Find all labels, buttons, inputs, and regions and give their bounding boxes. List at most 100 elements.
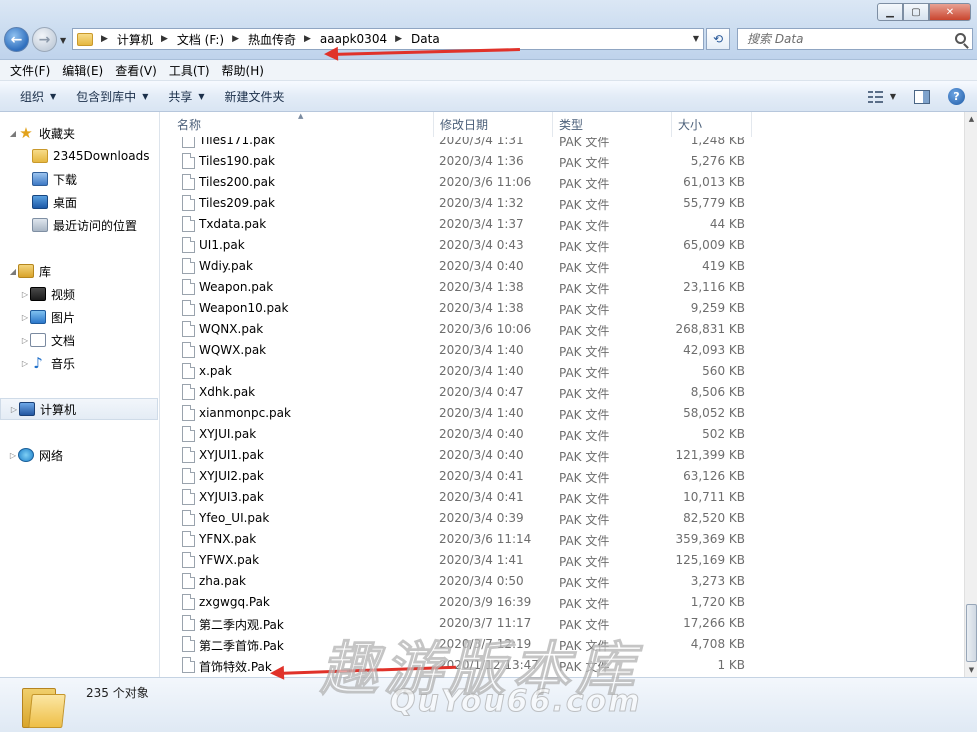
new-folder-button[interactable]: 新建文件夹: [215, 88, 295, 105]
column-size[interactable]: 大小: [672, 112, 752, 137]
chevron-right-icon[interactable]: ▶: [395, 34, 402, 44]
minimize-button[interactable]: ▁: [877, 3, 903, 21]
file-type: PAK 文件: [559, 324, 610, 338]
nav-videos[interactable]: ▷ 视频: [20, 283, 178, 305]
collapse-arrow-icon[interactable]: ▷: [8, 451, 18, 460]
file-size: 419 KB: [702, 259, 745, 273]
file-date: 2020/3/4 1:38: [439, 280, 524, 294]
file-icon: [182, 237, 195, 253]
file-date: 2020/3/4 1:40: [439, 406, 524, 420]
file-row[interactable]: Weapon10.pak 2020/3/4 1:38 PAK 文件 9,259 KB: [161, 298, 964, 319]
file-icon: [182, 657, 195, 673]
file-row[interactable]: 第二季内观.Pak 2020/3/7 11:17 PAK 文件 17,266 KB: [161, 613, 964, 634]
file-row[interactable]: Wdiy.pak 2020/3/4 0:40 PAK 文件 419 KB: [161, 256, 964, 277]
file-row[interactable]: YFNX.pak 2020/3/6 11:14 PAK 文件 359,369 KB: [161, 529, 964, 550]
share-button[interactable]: 共享 ▼: [158, 88, 214, 105]
nav-music[interactable]: ▷ ♪ 音乐: [20, 352, 178, 374]
file-row[interactable]: Tiles209.pak 2020/3/4 1:32 PAK 文件 55,779 KB: [161, 193, 964, 214]
chevron-right-icon[interactable]: ▶: [101, 34, 108, 44]
scroll-down-icon[interactable]: ▼: [965, 663, 977, 677]
recent-pages-dropdown[interactable]: ▼: [60, 36, 66, 45]
column-type[interactable]: 类型: [553, 112, 672, 137]
nav-libraries[interactable]: ◢ 库: [8, 260, 166, 282]
menu-view[interactable]: 查看(V): [109, 62, 163, 79]
file-row[interactable]: XYJUI2.pak 2020/3/4 0:41 PAK 文件 63,126 KB: [161, 466, 964, 487]
nav-pictures[interactable]: ▷ 图片: [20, 306, 178, 328]
nav-network[interactable]: ▷ 网络: [8, 444, 166, 466]
file-name: 首饰特效.Pak: [199, 660, 272, 674]
breadcrumb-computer[interactable]: 计算机: [117, 31, 153, 48]
breadcrumb-drive[interactable]: 文档 (F:): [177, 31, 224, 48]
collapse-arrow-icon[interactable]: ▷: [20, 336, 30, 345]
chevron-right-icon[interactable]: ▶: [304, 34, 311, 44]
view-details-icon[interactable]: [867, 90, 884, 103]
file-name: Weapon.pak: [199, 280, 274, 294]
file-row[interactable]: XYJUI3.pak 2020/3/4 0:41 PAK 文件 10,711 KB: [161, 487, 964, 508]
chevron-right-icon[interactable]: ▶: [232, 34, 239, 44]
file-icon: [182, 300, 195, 316]
nav-favorites[interactable]: ◢ ★ 收藏夹: [8, 122, 166, 144]
file-row[interactable]: Txdata.pak 2020/3/4 1:37 PAK 文件 44 KB: [161, 214, 964, 235]
menu-help[interactable]: 帮助(H): [216, 62, 270, 79]
breadcrumb-package[interactable]: aaapk0304: [320, 32, 387, 46]
file-row[interactable]: Xdhk.pak 2020/3/4 0:47 PAK 文件 8,506 KB: [161, 382, 964, 403]
maximize-button[interactable]: ▢: [903, 3, 929, 21]
nav-computer[interactable]: ▷ 计算机: [0, 398, 158, 420]
nav-documents[interactable]: ▷ 文档: [20, 329, 178, 351]
file-size: 65,009 KB: [683, 238, 745, 252]
file-row[interactable]: 第二季首饰.Pak 2020/3/7 12:19 PAK 文件 4,708 KB: [161, 634, 964, 655]
back-button[interactable]: ←: [4, 27, 29, 52]
file-row[interactable]: zha.pak 2020/3/4 0:50 PAK 文件 3,273 KB: [161, 571, 964, 592]
collapse-arrow-icon[interactable]: ▷: [20, 359, 30, 368]
preview-pane-icon[interactable]: [914, 89, 930, 104]
expand-arrow-icon[interactable]: ◢: [8, 129, 18, 138]
column-date[interactable]: 修改日期: [434, 112, 553, 137]
file-row[interactable]: XYJUI.pak 2020/3/4 0:40 PAK 文件 502 KB: [161, 424, 964, 445]
vertical-scrollbar[interactable]: ▲ ▼: [964, 112, 977, 677]
expand-arrow-icon[interactable]: ◢: [8, 267, 18, 276]
file-row[interactable]: zxgwgq.Pak 2020/3/9 16:39 PAK 文件 1,720 KB: [161, 592, 964, 613]
file-row[interactable]: Weapon.pak 2020/3/4 1:38 PAK 文件 23,116 KB: [161, 277, 964, 298]
column-name[interactable]: 名称: [171, 112, 434, 137]
collapse-arrow-icon[interactable]: ▷: [9, 405, 19, 414]
file-row[interactable]: WQWX.pak 2020/3/4 1:40 PAK 文件 42,093 KB: [161, 340, 964, 361]
refresh-button[interactable]: ⟲: [706, 28, 730, 50]
file-row[interactable]: WQNX.pak 2020/3/6 10:06 PAK 文件 268,831 KB: [161, 319, 964, 340]
nav-desktop-label: 桌面: [53, 195, 78, 210]
file-row[interactable]: YFWX.pak 2020/3/4 1:41 PAK 文件 125,169 KB: [161, 550, 964, 571]
collapse-arrow-icon[interactable]: ▷: [20, 290, 30, 299]
breadcrumb-data[interactable]: Data: [411, 32, 440, 46]
scroll-up-icon[interactable]: ▲: [965, 112, 977, 126]
scroll-thumb[interactable]: [966, 604, 977, 662]
search-input[interactable]: [747, 32, 947, 46]
menu-edit[interactable]: 编辑(E): [56, 62, 109, 79]
menu-tools[interactable]: 工具(T): [163, 62, 216, 79]
file-type: PAK 文件: [559, 429, 610, 443]
file-row[interactable]: XYJUI1.pak 2020/3/4 0:40 PAK 文件 121,399 KB: [161, 445, 964, 466]
chevron-down-icon[interactable]: ▼: [890, 92, 896, 101]
file-row[interactable]: x.pak 2020/3/4 1:40 PAK 文件 560 KB: [161, 361, 964, 382]
file-row[interactable]: Yfeo_UI.pak 2020/3/4 0:39 PAK 文件 82,520 KB: [161, 508, 964, 529]
include-library-button[interactable]: 包含到库中 ▼: [66, 88, 158, 105]
file-row[interactable]: xianmonpc.pak 2020/3/4 1:40 PAK 文件 58,052 K…: [161, 403, 964, 424]
file-date: 2020/3/4 0:41: [439, 469, 524, 483]
help-icon[interactable]: ?: [948, 88, 965, 105]
close-button[interactable]: ✕: [929, 3, 971, 21]
file-size: 82,520 KB: [683, 511, 745, 525]
menu-file[interactable]: 文件(F): [4, 62, 56, 79]
search-box[interactable]: [737, 28, 973, 50]
file-row[interactable]: Tiles190.pak 2020/3/4 1:36 PAK 文件 5,276 KB: [161, 151, 964, 172]
address-bar[interactable]: ▶ 计算机 ▶ 文档 (F:) ▶ 热血传奇 ▶ aaapk0304 ▶ Dat…: [72, 28, 704, 50]
chevron-down-icon[interactable]: ▼: [693, 34, 699, 43]
file-size: 8,506 KB: [690, 385, 745, 399]
nav-libraries-label: 库: [39, 264, 52, 279]
forward-button[interactable]: →: [32, 27, 57, 52]
organize-button[interactable]: 组织 ▼: [10, 88, 66, 105]
file-row[interactable]: Tiles200.pak 2020/3/6 11:06 PAK 文件 61,013 K…: [161, 172, 964, 193]
collapse-arrow-icon[interactable]: ▷: [20, 313, 30, 322]
file-row[interactable]: UI1.pak 2020/3/4 0:43 PAK 文件 65,009 KB: [161, 235, 964, 256]
search-icon[interactable]: [955, 33, 966, 44]
chevron-right-icon[interactable]: ▶: [161, 34, 168, 44]
music-note-icon: ♪: [33, 354, 43, 372]
breadcrumb-game[interactable]: 热血传奇: [248, 31, 296, 48]
